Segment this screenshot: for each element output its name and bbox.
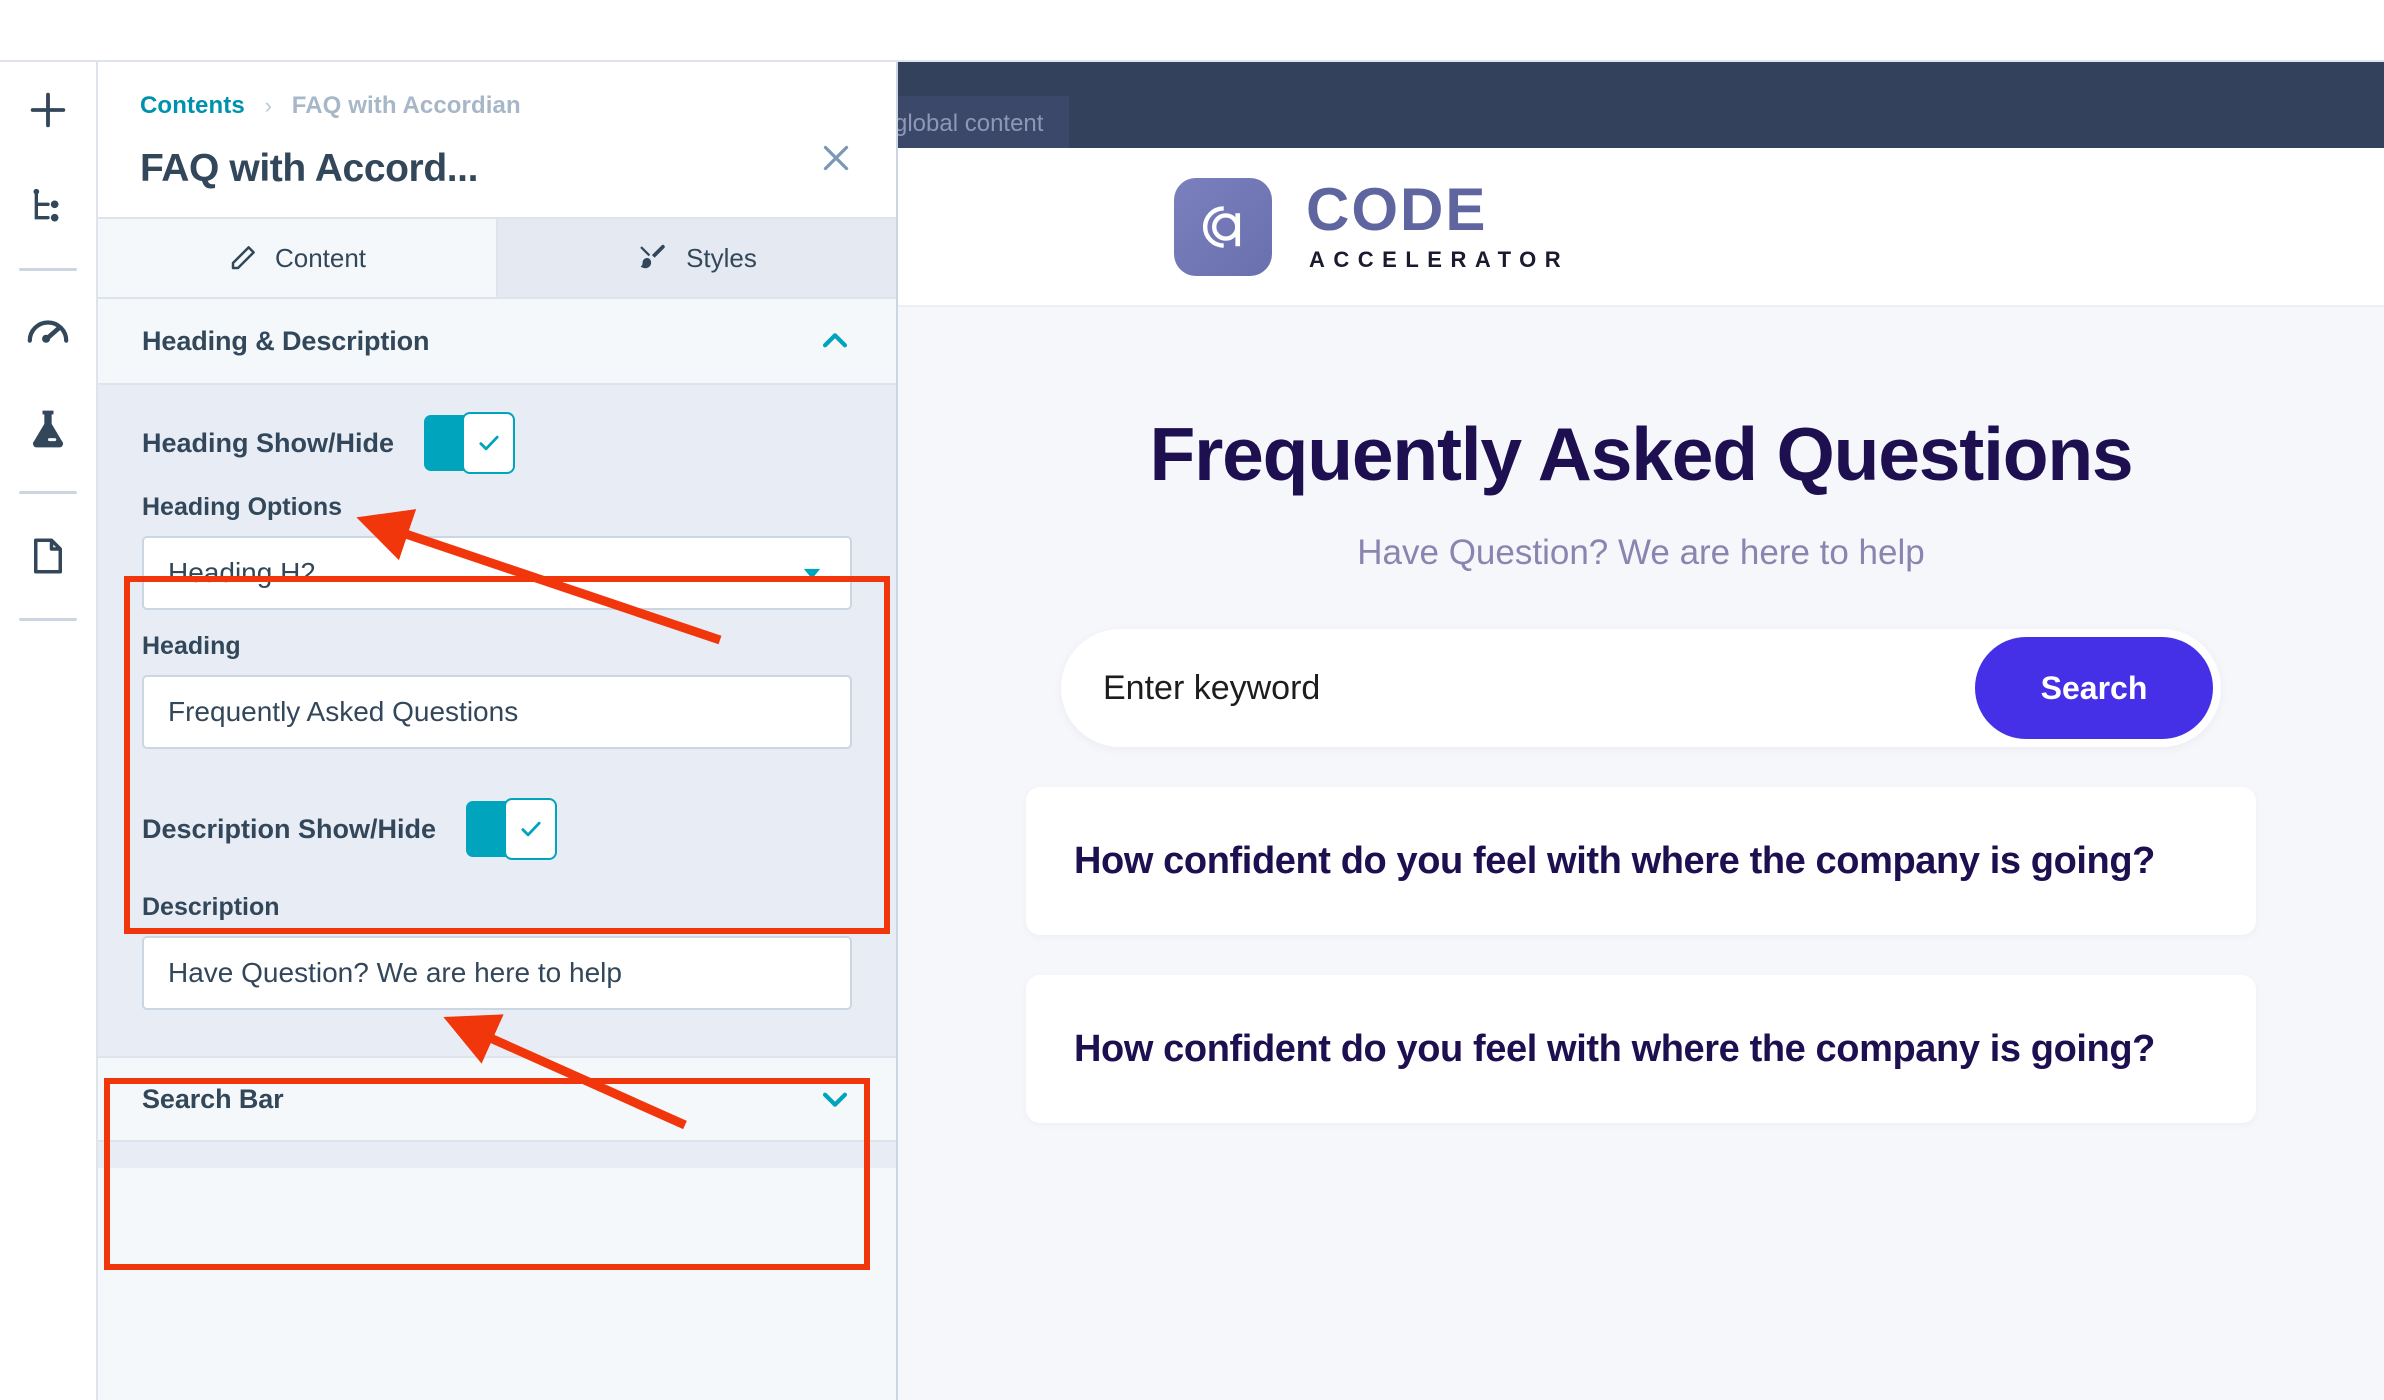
page-title: FAQ with Accord...	[140, 146, 479, 190]
heading-field-label: Heading	[142, 632, 241, 660]
section-heading-description[interactable]: Heading & Description	[98, 299, 896, 385]
file-icon[interactable]	[0, 508, 97, 604]
check-icon	[520, 821, 541, 837]
page-preview: global content CODE ACCELERATOR Frequent…	[898, 62, 2384, 1400]
tab-content[interactable]: Content	[98, 219, 496, 299]
tab-styles[interactable]: Styles	[496, 219, 896, 299]
section-spacer	[98, 1142, 896, 1168]
heading-show-hide-row: Heading Show/Hide	[98, 385, 896, 493]
faq-question: How confident do you feel with where the…	[1074, 1027, 2155, 1070]
faq-heading: Frequently Asked Questions	[1149, 412, 2134, 496]
toggle-knob	[462, 412, 516, 474]
tab-styles-label: Styles	[686, 242, 757, 273]
heading-options-value: Heading H2	[168, 557, 316, 588]
tree-icon[interactable]	[0, 158, 97, 254]
breadcrumb-current: FAQ with Accordian	[291, 92, 521, 119]
rail-divider	[19, 268, 77, 271]
rail-divider	[19, 491, 77, 494]
description-field-group: Description Have Question? We are here t…	[98, 871, 896, 1056]
paintbrush-icon	[637, 242, 669, 274]
left-icon-rail	[0, 62, 98, 1400]
add-icon[interactable]	[0, 62, 97, 158]
tab-content-label: Content	[274, 242, 367, 273]
editor-tabs: Content Styles	[98, 219, 896, 299]
toggle-knob	[504, 798, 558, 860]
description-show-hide-label: Description Show/Hide	[142, 813, 437, 844]
speedometer-icon[interactable]	[0, 285, 97, 381]
breadcrumb-separator: ›	[264, 93, 273, 118]
faq-search-bar: Enter keyword Search	[1061, 629, 2221, 747]
breadcrumb: Contents › FAQ with Accordian	[140, 92, 854, 121]
site-header: CODE ACCELERATOR	[898, 148, 2384, 307]
a-monogram-icon	[1174, 177, 1272, 276]
description-input[interactable]: Have Question? We are here to help	[142, 936, 852, 1010]
logo-code-letters: CODE	[1306, 175, 1488, 243]
logo-accelerator-text: ACCELERATOR	[1309, 246, 1570, 272]
preview-body: Frequently Asked Questions Have Question…	[898, 307, 2384, 1400]
module-editor-panel: Contents › FAQ with Accordian FAQ with A…	[98, 62, 898, 1400]
faq-item[interactable]: How confident do you feel with where the…	[1026, 975, 2256, 1123]
site-logo[interactable]: CODE ACCELERATOR	[1174, 175, 1570, 276]
faq-subheading: Have Question? We are here to help	[1357, 533, 1925, 572]
caret-down-icon[interactable]	[798, 559, 826, 587]
faq-search-button[interactable]: Search	[1975, 637, 2213, 739]
chevron-down-icon[interactable]	[818, 1082, 852, 1116]
heading-options-group: Heading Options Heading H2	[98, 493, 896, 632]
logo-code-text: CODE	[1306, 175, 1569, 243]
heading-field-group: Heading Frequently Asked Questions	[98, 632, 896, 771]
chevron-up-icon[interactable]	[818, 324, 852, 358]
faq-item[interactable]: How confident do you feel with where the…	[1026, 787, 2256, 935]
faq-search-input[interactable]: Enter keyword	[1103, 669, 1320, 708]
section-search-bar[interactable]: Search Bar	[98, 1056, 896, 1142]
heading-input-value: Frequently Asked Questions	[168, 696, 519, 727]
top-bar	[0, 0, 2384, 62]
global-content-tag: global content	[898, 96, 1070, 154]
app-root: Contents › FAQ with Accordian FAQ with A…	[0, 0, 2384, 1400]
pencil-icon	[228, 243, 258, 273]
check-icon	[478, 435, 499, 451]
breadcrumb-contents-link[interactable]: Contents	[140, 92, 245, 119]
flask-icon[interactable]	[0, 381, 97, 477]
heading-show-hide-label: Heading Show/Hide	[142, 427, 395, 458]
heading-options-select[interactable]: Heading H2	[142, 536, 852, 610]
section-search-bar-label: Search Bar	[142, 1083, 284, 1114]
heading-options-label: Heading Options	[142, 493, 342, 521]
description-show-hide-toggle[interactable]	[466, 798, 558, 860]
preview-topbar: global content	[898, 62, 2384, 154]
faq-question: How confident do you feel with where the…	[1074, 839, 2155, 882]
heading-input[interactable]: Frequently Asked Questions	[142, 675, 852, 749]
close-icon[interactable]	[814, 136, 858, 180]
description-input-value: Have Question? We are here to help	[168, 957, 622, 988]
logo-wordmark: CODE ACCELERATOR	[1306, 175, 1570, 273]
description-field-label: Description	[142, 893, 280, 921]
heading-show-hide-toggle[interactable]	[424, 412, 516, 474]
section-heading-description-body: Heading Show/Hide Heading Options Headin…	[98, 385, 896, 1056]
section-heading-description-label: Heading & Description	[142, 325, 430, 356]
description-show-hide-row: Description Show/Hide	[98, 771, 896, 871]
panel-header: Contents › FAQ with Accordian FAQ with A…	[98, 62, 896, 219]
rail-divider	[19, 618, 77, 621]
